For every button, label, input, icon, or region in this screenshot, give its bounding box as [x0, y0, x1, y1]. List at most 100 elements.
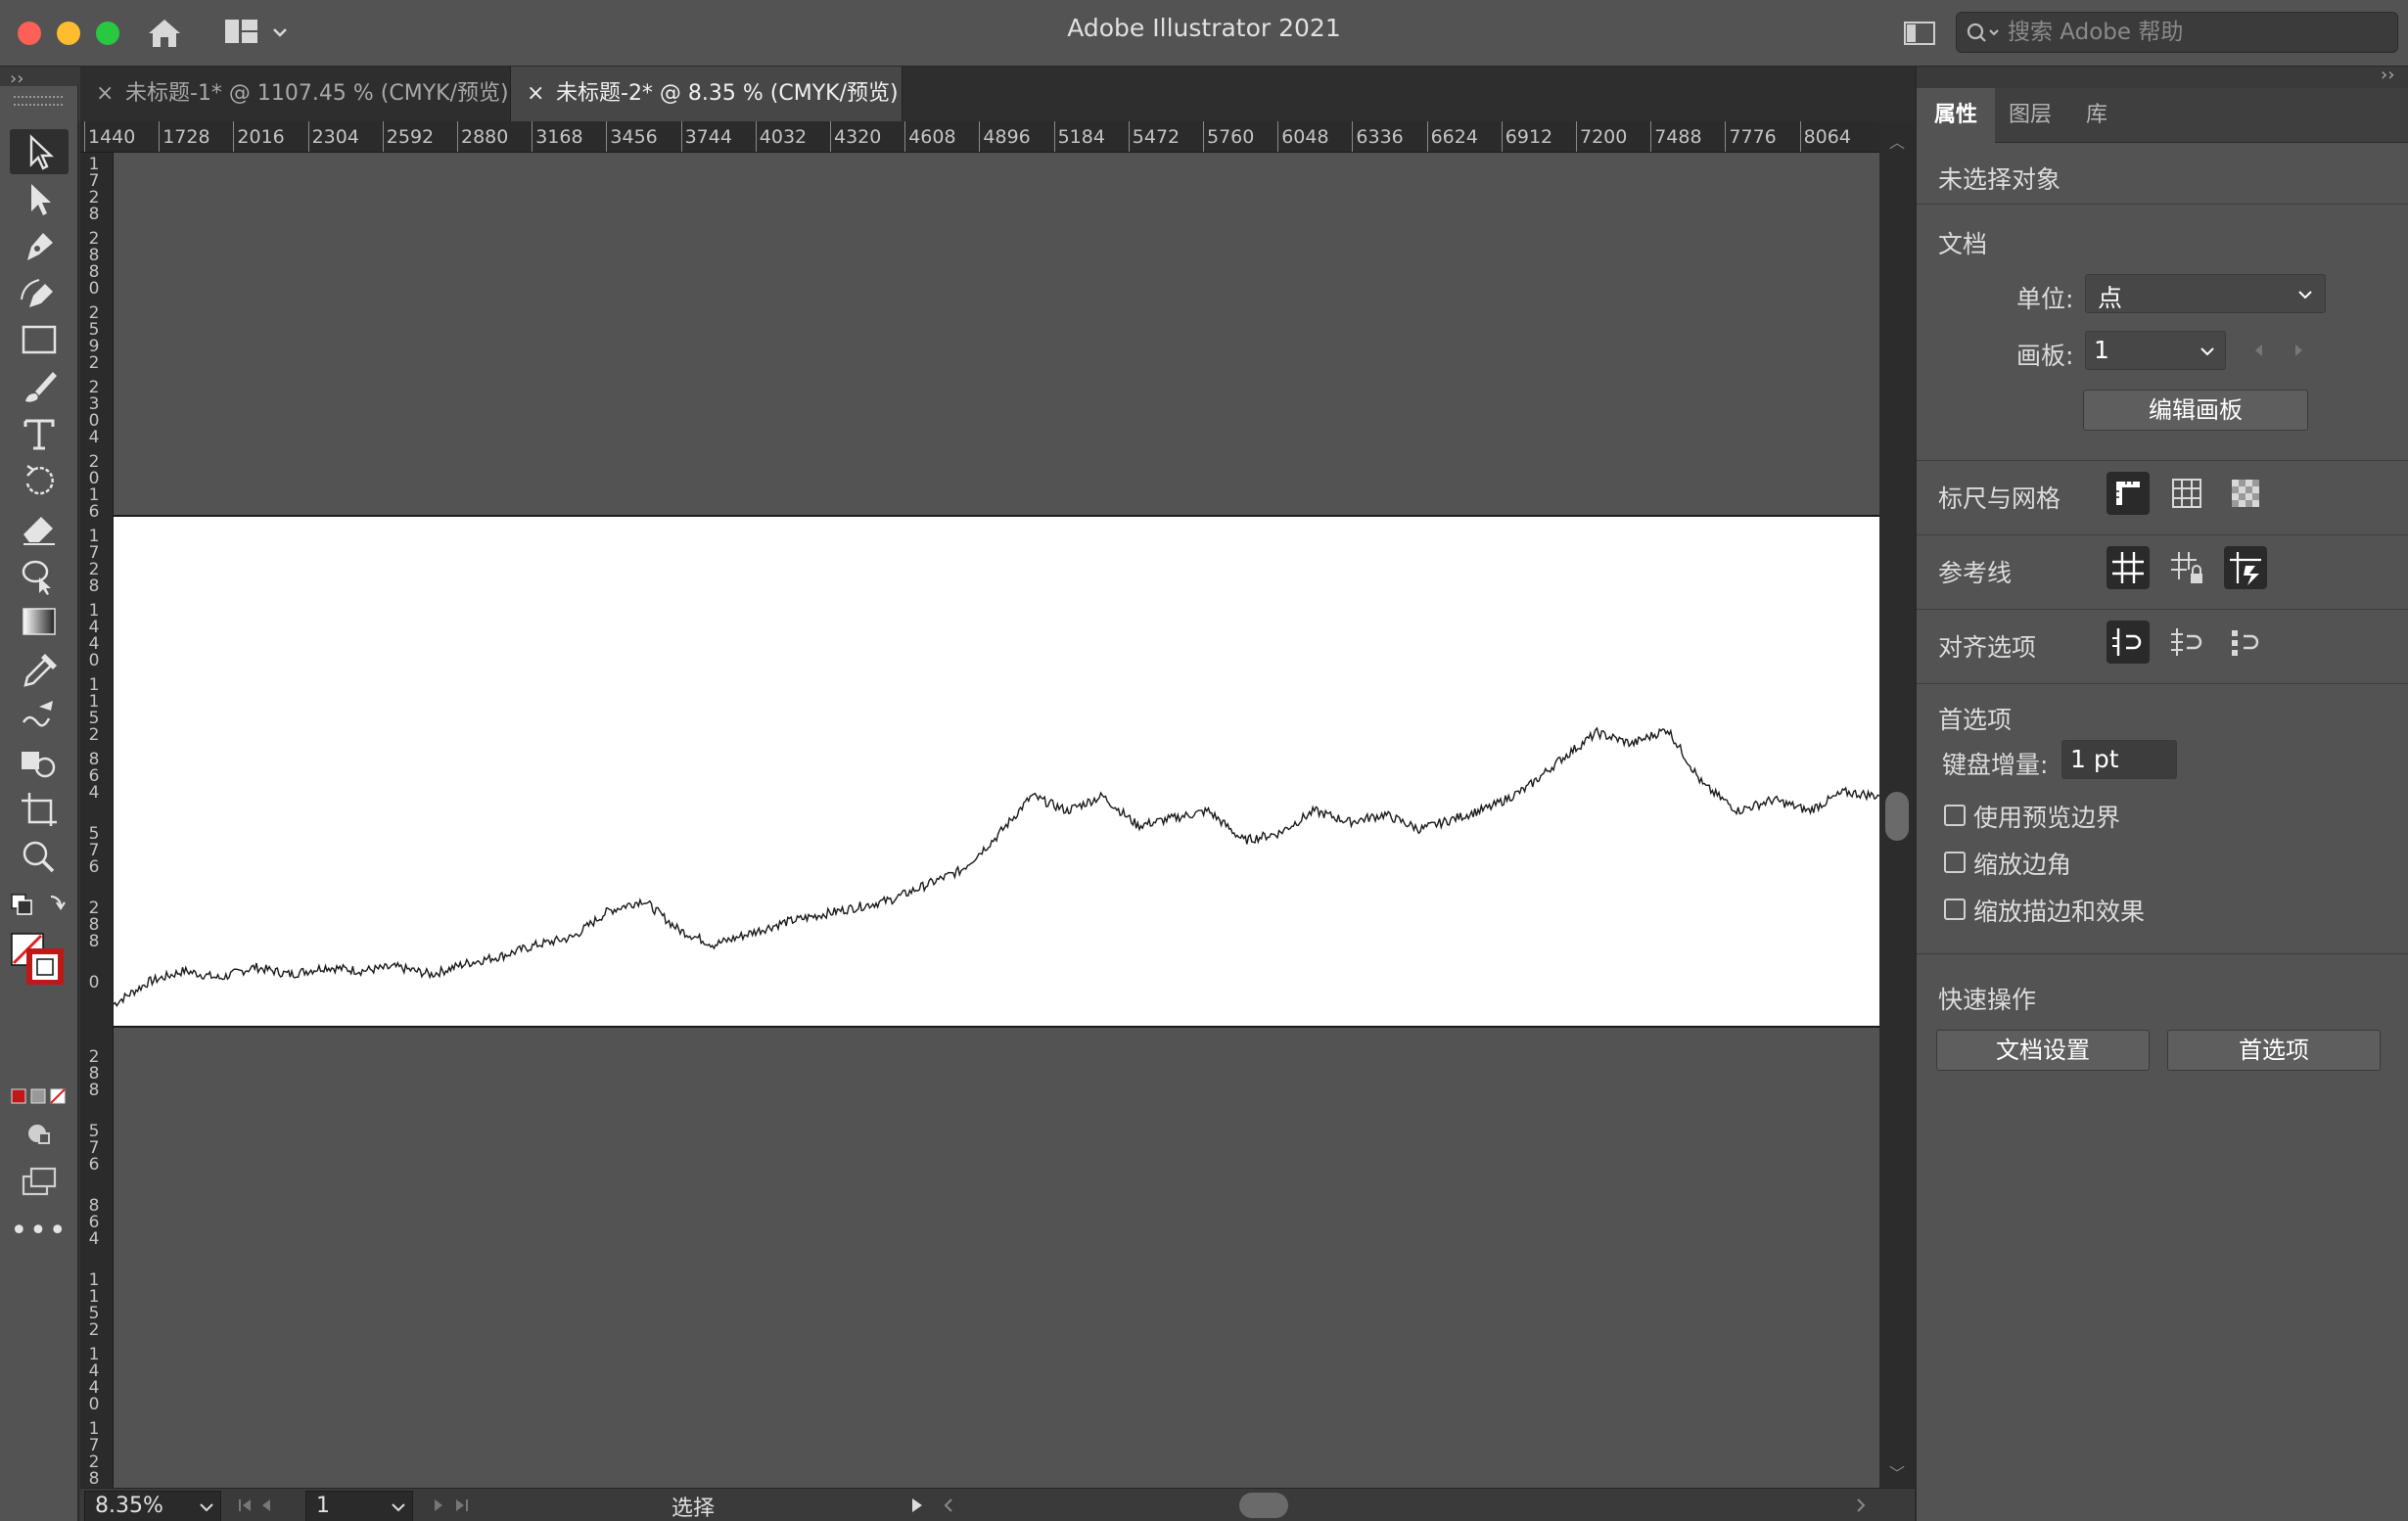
properties-panel: ›› 属性 图层 库 未选择对象 文档 单位: 点 画板: 1 编辑画板 标尺与… — [1915, 65, 2408, 1521]
ruler-tick — [233, 121, 235, 152]
snap-to-pixel-icon[interactable] — [2165, 621, 2208, 664]
artboard[interactable] — [114, 515, 1879, 1028]
ruler-tick — [159, 121, 161, 152]
line-chart[interactable] — [114, 517, 1879, 1026]
keyboard-increment-value: 1 pt — [2070, 745, 2119, 773]
first-prev-artboard-icons[interactable] — [235, 1493, 303, 1518]
artboard-tool-icon[interactable] — [10, 787, 69, 832]
eraser-tool-icon[interactable] — [10, 505, 69, 550]
artboard-select[interactable]: 1 — [2085, 331, 2226, 370]
ruler-label: 1728 — [162, 126, 210, 148]
blend-tool-icon[interactable] — [10, 693, 69, 738]
lock-guides-icon[interactable] — [2165, 546, 2208, 589]
tab-document-2[interactable]: × 未标题-2* @ 8.35 % (CMYK/预览) — [511, 67, 903, 121]
collapse-icon[interactable]: ›› — [2381, 65, 2394, 85]
eyedropper-tool-icon[interactable] — [10, 646, 69, 691]
scale-corners-label: 缩放边角 — [1973, 851, 2072, 879]
more-tools-icon[interactable]: ••• — [10, 1217, 69, 1251]
search-input[interactable] — [2008, 17, 2389, 48]
panel-collapse-bar[interactable]: ›› — [1917, 65, 2408, 88]
edit-artboard-button[interactable]: 编辑画板 — [2083, 390, 2308, 431]
tab-libraries[interactable]: 库 — [2065, 88, 2128, 143]
grid-icon[interactable] — [2165, 472, 2208, 515]
help-search-box[interactable] — [1956, 12, 2398, 53]
tab-properties[interactable]: 属性 — [1917, 88, 1995, 143]
preferences-heading: 首选项 — [1938, 706, 2013, 734]
ruler-label: 3456 — [610, 126, 658, 148]
use-preview-bounds-checkbox[interactable] — [1944, 805, 1966, 826]
artboard-number-field[interactable]: 1 — [305, 1491, 413, 1521]
swap-fill-stroke-icon[interactable] — [8, 891, 70, 920]
ruler-tick — [1277, 121, 1279, 152]
divider — [1917, 204, 2408, 205]
close-window-button[interactable] — [18, 22, 41, 45]
next-artboard-icon[interactable] — [2289, 341, 2308, 360]
pen-tool-icon[interactable] — [10, 223, 69, 268]
ruler-tick — [1053, 121, 1055, 152]
scale-strokes-effects-checkbox[interactable] — [1944, 899, 1966, 920]
paintbrush-tool-icon[interactable] — [10, 364, 69, 409]
ruler-icon[interactable] — [2107, 472, 2150, 515]
color-mode-icon[interactable] — [10, 1086, 69, 1106]
type-tool-icon[interactable] — [10, 411, 69, 456]
scale-corners-checkbox[interactable] — [1944, 852, 1966, 873]
scroll-down-icon[interactable]: ﹀ — [1889, 1460, 1905, 1484]
close-tab-icon[interactable]: × — [527, 67, 544, 121]
puppet-warp-tool-icon[interactable] — [10, 552, 69, 597]
show-guides-icon[interactable] — [2107, 546, 2150, 589]
gradient-tool-icon[interactable] — [10, 599, 69, 644]
snap-to-glyph-icon[interactable] — [2224, 621, 2267, 664]
zoom-level-field[interactable]: 8.35% — [84, 1491, 221, 1521]
transparency-grid-icon[interactable] — [2224, 472, 2267, 515]
next-last-artboard-icons[interactable] — [429, 1493, 497, 1518]
prev-artboard-icon[interactable] — [2249, 341, 2269, 360]
workspace-switcher-icon[interactable] — [223, 18, 294, 49]
screen-mode-icon[interactable] — [10, 1159, 69, 1204]
selection-tool-icon[interactable] — [10, 129, 69, 174]
ruler-label: 4320 — [834, 126, 882, 148]
smart-guides-icon[interactable] — [2224, 546, 2267, 589]
close-tab-icon[interactable]: × — [96, 67, 114, 121]
scroll-left-icon[interactable] — [938, 1493, 959, 1518]
document-setup-button[interactable]: 文档设置 — [1936, 1030, 2150, 1071]
minimize-window-button[interactable] — [57, 22, 80, 45]
ruler-label: 4032 — [759, 126, 808, 148]
scroll-right-icon[interactable] — [1850, 1493, 1872, 1518]
rectangle-tool-icon[interactable] — [10, 317, 69, 362]
status-menu-icon[interactable] — [904, 1493, 930, 1518]
shape-builder-tool-icon[interactable] — [10, 740, 69, 785]
units-value: 点 — [2098, 284, 2123, 312]
tab-document-1[interactable]: × 未标题-1* @ 1107.45 % (CMYK/预览) — [80, 67, 511, 121]
curvature-tool-icon[interactable] — [10, 270, 69, 315]
title-bar: Adobe Illustrator 2021 — [0, 0, 2408, 67]
keyboard-increment-field[interactable]: 1 pt — [2061, 740, 2177, 779]
preferences-button[interactable]: 首选项 — [2167, 1030, 2381, 1071]
vertical-ruler: 1728 2880 2592 2304 2016 1728 1440 1152 864 576 28… — [80, 153, 114, 1488]
ruler-label: 4896 — [983, 126, 1031, 148]
snap-to-point-icon[interactable] — [2107, 621, 2150, 664]
scroll-up-icon[interactable]: ︿ — [1889, 129, 1905, 153]
divider — [1917, 534, 2408, 535]
zoom-tool-icon[interactable] — [10, 834, 69, 879]
horizontal-scroll-thumb[interactable] — [1239, 1493, 1288, 1518]
chevron-down-icon[interactable] — [195, 1496, 218, 1519]
canvas[interactable] — [114, 153, 1879, 1488]
home-icon[interactable] — [145, 16, 184, 51]
direct-selection-tool-icon[interactable] — [10, 176, 69, 221]
tab-layers[interactable]: 图层 — [1995, 88, 2065, 143]
series-line[interactable] — [114, 726, 1879, 1007]
ruler-tick — [1650, 121, 1652, 152]
rotate-tool-icon[interactable] — [10, 458, 69, 503]
fill-stroke-swatch[interactable] — [8, 930, 70, 986]
vertical-scroll-thumb[interactable] — [1885, 792, 1909, 841]
panel-toggle-icon[interactable] — [1903, 20, 1936, 47]
ruler-tick — [1426, 121, 1428, 152]
ruler-label: 1728 — [88, 527, 100, 596]
vertical-scrollbar[interactable]: ︿ ﹀ — [1879, 121, 1915, 1488]
chevron-down-icon[interactable] — [387, 1496, 410, 1519]
maximize-window-button[interactable] — [96, 22, 119, 45]
draw-mode-icon[interactable] — [10, 1112, 69, 1157]
ruler-label: 6048 — [1281, 126, 1329, 148]
toolbar-grip[interactable] — [14, 96, 63, 106]
units-select[interactable]: 点 — [2085, 274, 2326, 313]
